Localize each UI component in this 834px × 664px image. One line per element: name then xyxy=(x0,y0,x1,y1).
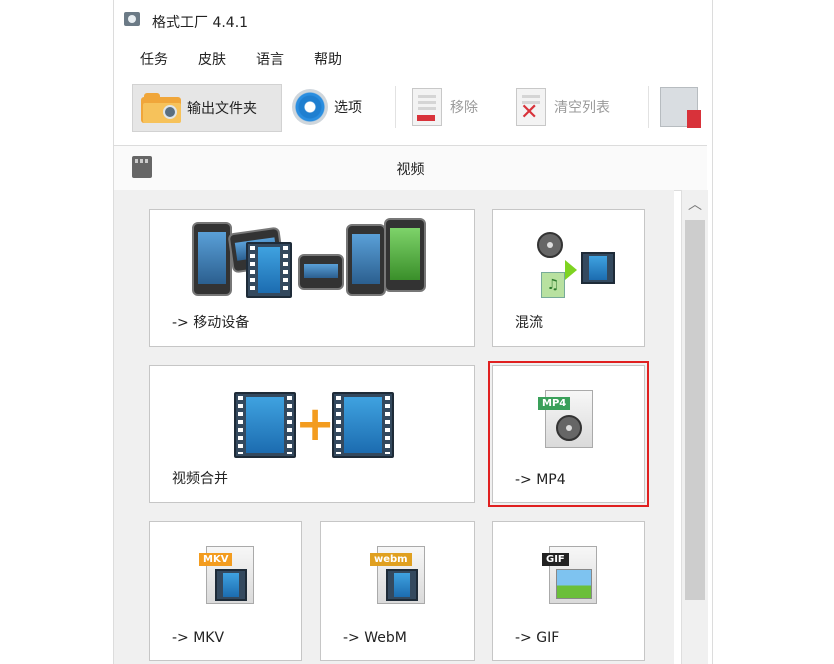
menu-item-skin[interactable]: 皮肤 xyxy=(198,49,226,69)
card-label: -> MP4 xyxy=(515,472,566,488)
mkv-file-icon: MKV xyxy=(199,546,254,604)
function-panel: -> 移动设备 ♫ 混流 + 视频合并 MP4 -> MP4 MKV -> MK… xyxy=(114,190,674,664)
mp4-tag: MP4 xyxy=(538,397,571,410)
remove-button[interactable]: 移除 xyxy=(402,84,498,130)
video-section-header[interactable]: 视频 xyxy=(114,145,707,191)
card-label: 视频合并 xyxy=(172,471,228,487)
output-folder-button[interactable]: 输出文件夹 xyxy=(132,84,282,132)
card-webm[interactable]: webm -> WebM xyxy=(320,521,475,661)
card-gif[interactable]: GIF -> GIF xyxy=(492,521,645,661)
scroll-up-button[interactable]: ︿ xyxy=(682,190,708,218)
clear-list-icon: ✕ xyxy=(516,88,546,126)
chevron-up-icon: ︿ xyxy=(688,197,702,213)
clear-list-label: 清空列表 xyxy=(554,100,610,116)
remove-icon xyxy=(412,88,442,126)
card-video-join[interactable]: + 视频合并 xyxy=(149,365,475,503)
webm-tag: webm xyxy=(370,553,412,566)
card-mux[interactable]: ♫ 混流 xyxy=(492,209,645,347)
remove-label: 移除 xyxy=(450,100,478,116)
menu-item-language[interactable]: 语言 xyxy=(256,49,284,69)
vertical-scrollbar[interactable]: ︿ xyxy=(681,190,708,664)
gif-tag: GIF xyxy=(542,553,569,566)
window-title: 格式工厂 4.4.1 xyxy=(152,15,249,31)
folder-icon xyxy=(141,93,181,123)
toolbar: 输出文件夹 选项 移除 ✕ 清空列表 xyxy=(114,78,712,136)
card-mkv[interactable]: MKV -> MKV xyxy=(149,521,302,661)
card-label: -> WebM xyxy=(343,630,407,646)
menu-item-help[interactable]: 帮助 xyxy=(314,49,342,69)
options-button[interactable]: 选项 xyxy=(286,84,386,130)
gif-file-icon: GIF xyxy=(542,546,597,604)
mkv-tag: MKV xyxy=(199,553,233,566)
card-mobile-devices[interactable]: -> 移动设备 xyxy=(149,209,475,347)
app-icon xyxy=(124,12,140,26)
scroll-thumb[interactable] xyxy=(685,220,705,600)
card-label: -> 移动设备 xyxy=(172,315,250,331)
card-label: 混流 xyxy=(515,315,543,331)
options-label: 选项 xyxy=(334,100,362,116)
mp4-file-icon: MP4 xyxy=(538,390,593,448)
title-bar: 格式工厂 4.4.1 xyxy=(114,0,712,42)
output-folder-label: 输出文件夹 xyxy=(187,101,257,117)
toolbar-separator xyxy=(648,86,649,128)
clear-list-button[interactable]: ✕ 清空列表 xyxy=(506,84,642,130)
extra-tool-button[interactable] xyxy=(654,84,704,130)
options-icon xyxy=(292,89,328,125)
card-label: -> MKV xyxy=(172,630,225,646)
menu-bar: 任务 皮肤 语言 帮助 xyxy=(114,45,712,73)
section-title: 视频 xyxy=(396,162,425,178)
app-window: 格式工厂 4.4.1 任务 皮肤 语言 帮助 输出文件夹 选项 移除 ✕ 清空列… xyxy=(113,0,713,664)
tools-icon xyxy=(660,87,701,128)
card-label: -> GIF xyxy=(515,630,560,646)
menu-item-tasks[interactable]: 任务 xyxy=(140,49,168,69)
webm-file-icon: webm xyxy=(370,546,425,604)
toolbar-separator xyxy=(395,86,396,128)
card-mp4[interactable]: MP4 -> MP4 xyxy=(488,361,649,507)
